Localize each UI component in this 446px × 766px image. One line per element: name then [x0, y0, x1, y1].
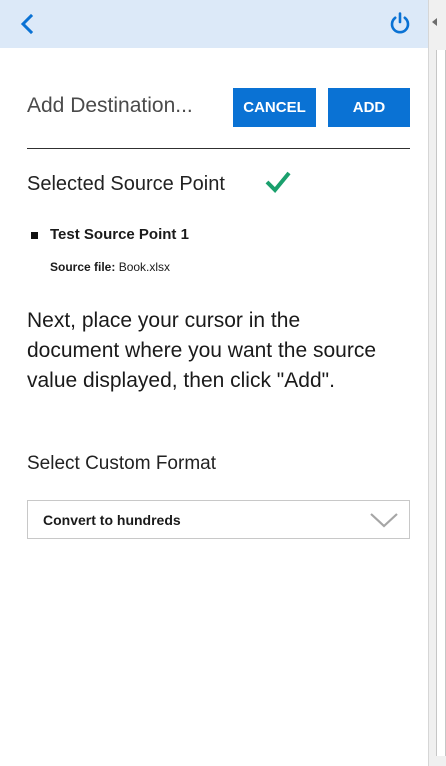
page-title: Add Destination... — [27, 94, 193, 117]
instructions-text: Next, place your cursor in the document … — [27, 309, 377, 392]
custom-format-dropdown[interactable]: Convert to hundreds — [27, 500, 410, 539]
checkmark-icon — [265, 171, 291, 193]
bullet-icon — [31, 232, 38, 239]
scroll-arrow-icon[interactable] — [432, 18, 437, 26]
selected-source-heading: Selected Source Point — [27, 173, 225, 195]
cancel-button[interactable]: CANCEL — [233, 88, 316, 127]
top-bar — [0, 0, 428, 48]
power-icon[interactable] — [388, 11, 412, 35]
source-point-name: Test Source Point 1 — [50, 226, 189, 243]
source-file-info: Source file: Book.xlsx — [50, 260, 170, 274]
header-divider — [27, 148, 410, 149]
custom-format-value: Convert to hundreds — [43, 512, 181, 528]
source-file-value: Book.xlsx — [118, 260, 171, 274]
back-icon[interactable] — [14, 10, 40, 38]
scrollbar-thumb[interactable] — [436, 50, 446, 756]
chevron-down-icon[interactable] — [368, 510, 400, 530]
custom-format-label: Select Custom Format — [27, 453, 216, 474]
add-button[interactable]: ADD — [328, 88, 410, 127]
add-destination-pane: Add Destination... CANCEL ADD Selected S… — [0, 0, 446, 766]
source-file-label: Source file: — [50, 260, 116, 274]
